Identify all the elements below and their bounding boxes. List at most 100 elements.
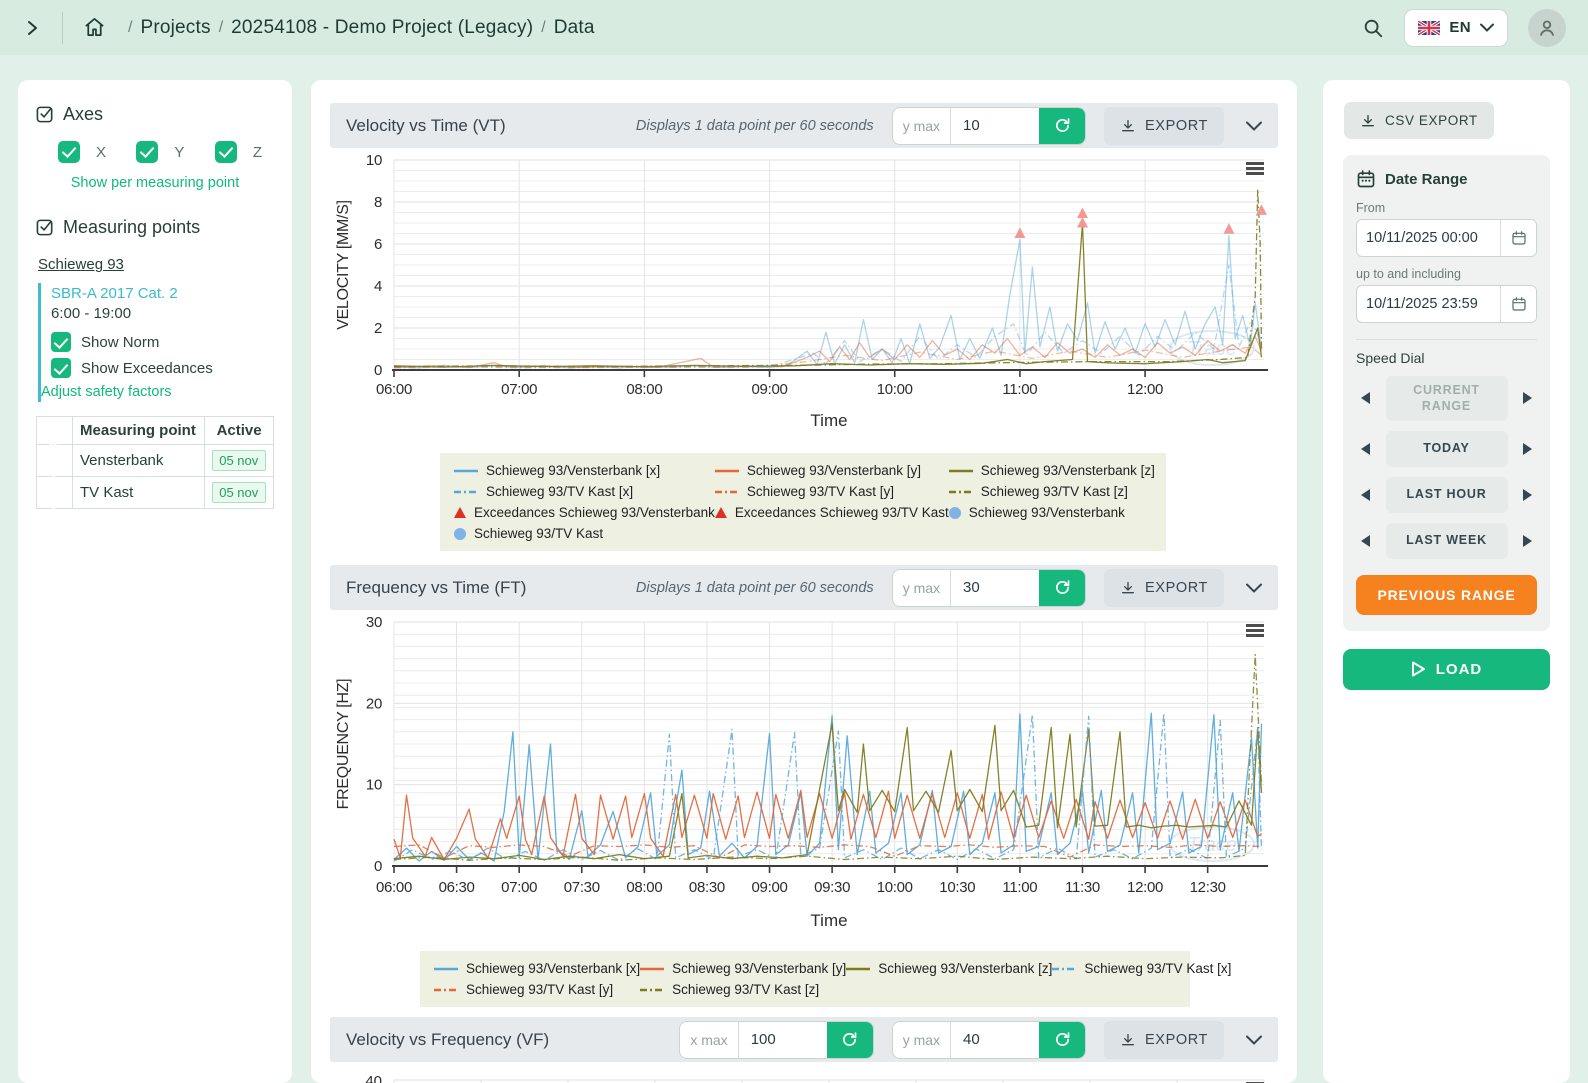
speed-dial-button-last-week[interactable]: LAST WEEK — [1385, 522, 1508, 559]
axes-checkbox-row: X Y Z — [36, 141, 274, 163]
legend-item[interactable]: Schieweg 93/TV Kast [z] — [640, 982, 846, 997]
legend-item[interactable]: Schieweg 93/Vensterbank [z] — [948, 463, 1155, 478]
load-button[interactable]: LOAD — [1343, 648, 1550, 690]
from-date-input[interactable]: 10/11/2025 00:00 — [1356, 219, 1537, 257]
axis-checkbox-x[interactable] — [58, 141, 80, 163]
ft-chart-plot[interactable]: 0 10 20 30 06:00 06:30 07:00 07:30 08:00 08:30 09:… — [330, 610, 1278, 940]
language-selector[interactable]: EN — [1404, 8, 1508, 47]
legend-marker — [434, 988, 458, 991]
refresh-ymax-button[interactable] — [1039, 569, 1086, 606]
xmax-input[interactable]: 100 — [739, 1022, 827, 1058]
legend-marker — [434, 967, 458, 970]
ymax-control-vt: y max 10 — [891, 106, 1087, 145]
search-icon[interactable] — [1362, 17, 1384, 39]
legend-item[interactable]: Schieweg 93/Vensterbank [y] — [714, 463, 949, 478]
ymax-input[interactable]: 10 — [951, 108, 1039, 144]
legend-marker — [454, 527, 466, 540]
axis-checkbox-y[interactable] — [136, 141, 159, 163]
right-arrow-button[interactable] — [1518, 438, 1537, 460]
measuring-points-table: Measuring point Active Vensterbank 05 nov… — [36, 416, 274, 509]
speed-dial-group: CURRENT RANGE TODAY LAST HOUR LAST WEEK — [1356, 376, 1537, 559]
language-code: EN — [1449, 19, 1471, 36]
show-norm-checkbox[interactable] — [51, 332, 71, 352]
legend-item[interactable]: Exceedances Schieweg 93/TV Kast — [714, 505, 949, 520]
export-button-vt[interactable]: EXPORT — [1104, 106, 1224, 145]
svg-text:Time: Time — [810, 911, 847, 930]
sidebar-collapse-chevron-icon[interactable] — [22, 18, 42, 38]
measuring-points-section-header: Measuring points — [36, 217, 274, 238]
legend-item[interactable]: Schieweg 93/TV Kast — [454, 526, 715, 541]
svg-text:10:30: 10:30 — [939, 879, 975, 896]
breadcrumb-item[interactable]: Projects — [140, 17, 210, 39]
chart-menu-icon[interactable] — [1246, 624, 1264, 637]
legend-item[interactable]: Schieweg 93/Vensterbank [x] — [434, 961, 640, 976]
speed-dial-button-last-hour[interactable]: LAST HOUR — [1385, 476, 1508, 513]
legend-item[interactable]: Schieweg 93/TV Kast [y] — [714, 484, 949, 499]
vt-chart-legend: Schieweg 93/Vensterbank [x] Schieweg 93/V… — [440, 453, 1166, 551]
collapse-chevron-vf[interactable] — [1246, 1035, 1262, 1045]
calendar-picker-icon[interactable] — [1500, 220, 1536, 256]
left-arrow-button[interactable] — [1356, 484, 1375, 506]
legend-marker — [454, 469, 478, 472]
svg-text:06:30: 06:30 — [439, 879, 475, 896]
table-row: TV Kast 05 nov — [36, 476, 274, 509]
charts-panel: Velocity vs Time (VT) Displays 1 data po… — [311, 80, 1297, 1083]
right-arrow-button[interactable] — [1518, 530, 1537, 552]
svg-text:6: 6 — [374, 236, 382, 253]
date-range-title: Date Range — [1385, 170, 1468, 188]
uk-flag-icon — [1418, 20, 1441, 35]
collapse-chevron-vt[interactable] — [1246, 121, 1262, 131]
to-date-input[interactable]: 10/11/2025 23:59 — [1356, 285, 1537, 323]
legend-item[interactable]: Schieweg 93/Vensterbank [y] — [640, 961, 846, 976]
refresh-xmax-button[interactable] — [826, 1021, 873, 1058]
svg-text:FREQUENCY [HZ]: FREQUENCY [HZ] — [335, 679, 352, 810]
axis-label: Z — [252, 143, 262, 161]
legend-marker — [846, 967, 871, 970]
legend-item[interactable]: Exceedances Schieweg 93/Vensterbank — [454, 505, 715, 520]
right-arrow-button[interactable] — [1518, 387, 1537, 409]
legend-marker — [640, 967, 665, 970]
collapse-chevron-ft[interactable] — [1246, 583, 1262, 593]
legend-marker — [454, 490, 478, 493]
measuring-group-link[interactable]: Schieweg 93 — [38, 256, 124, 273]
show-exceedances-checkbox[interactable] — [51, 358, 71, 378]
legend-item[interactable]: Schieweg 93/TV Kast [z] — [948, 484, 1155, 499]
breadcrumb-item[interactable]: 20254108 - Demo Project (Legacy) — [231, 17, 533, 39]
speed-dial-row: LAST WEEK — [1356, 522, 1537, 559]
legend-item[interactable]: Schieweg 93/Vensterbank [z] — [846, 961, 1052, 976]
breadcrumb-item[interactable]: Data — [554, 17, 595, 39]
svg-text:VELOCITY [MM/S]: VELOCITY [MM/S] — [335, 200, 352, 329]
export-button-vf[interactable]: EXPORT — [1104, 1020, 1224, 1059]
legend-marker — [1052, 967, 1077, 970]
export-button-ft[interactable]: EXPORT — [1104, 568, 1224, 607]
axis-checkbox-z[interactable] — [214, 141, 237, 163]
user-avatar[interactable] — [1528, 8, 1566, 47]
legend-item[interactable]: Schieweg 93/TV Kast [x] — [454, 484, 715, 499]
show-per-measuring-point-link[interactable]: Show per measuring point — [36, 175, 274, 191]
left-arrow-button[interactable] — [1356, 530, 1375, 552]
refresh-ymax-button[interactable] — [1039, 107, 1086, 144]
vf-chart-plot[interactable]: 40 — [330, 1062, 1278, 1083]
ymax-input[interactable]: 30 — [951, 570, 1039, 606]
csv-export-button[interactable]: CSV EXPORT — [1344, 102, 1494, 139]
download-icon — [1362, 114, 1374, 126]
sampling-note-ft: Displays 1 data point per 60 seconds — [635, 579, 874, 596]
legend-item[interactable]: Schieweg 93/Vensterbank [x] — [454, 463, 715, 478]
legend-item[interactable]: Schieweg 93/Vensterbank — [948, 505, 1155, 520]
vt-chart-plot[interactable]: 0 2 4 6 8 10 06:00 07:00 08:00 09:00 10:00 11:00 12:… — [330, 148, 1278, 442]
previous-range-button[interactable]: PREVIOUS RANGE — [1356, 574, 1537, 615]
right-arrow-button[interactable] — [1518, 484, 1537, 506]
home-icon[interactable] — [83, 16, 106, 39]
left-arrow-button[interactable] — [1356, 438, 1375, 460]
ymax-input[interactable]: 40 — [951, 1022, 1039, 1058]
left-arrow-button[interactable] — [1356, 387, 1375, 409]
legend-item[interactable]: Schieweg 93/TV Kast [x] — [1052, 961, 1231, 976]
chart-menu-icon[interactable] — [1246, 162, 1264, 175]
refresh-ymax-button[interactable] — [1039, 1021, 1086, 1058]
calendar-picker-icon[interactable] — [1500, 286, 1536, 322]
data-controls-sidebar: CSV EXPORT Date Range From 10/11/2025 00… — [1323, 80, 1570, 1083]
legend-item[interactable]: Schieweg 93/TV Kast [y] — [434, 982, 640, 997]
speed-dial-button-today[interactable]: TODAY — [1385, 430, 1508, 467]
adjust-safety-factors-link[interactable]: Adjust safety factors — [41, 384, 274, 400]
ymax-control-ft: y max 30 — [891, 568, 1087, 607]
